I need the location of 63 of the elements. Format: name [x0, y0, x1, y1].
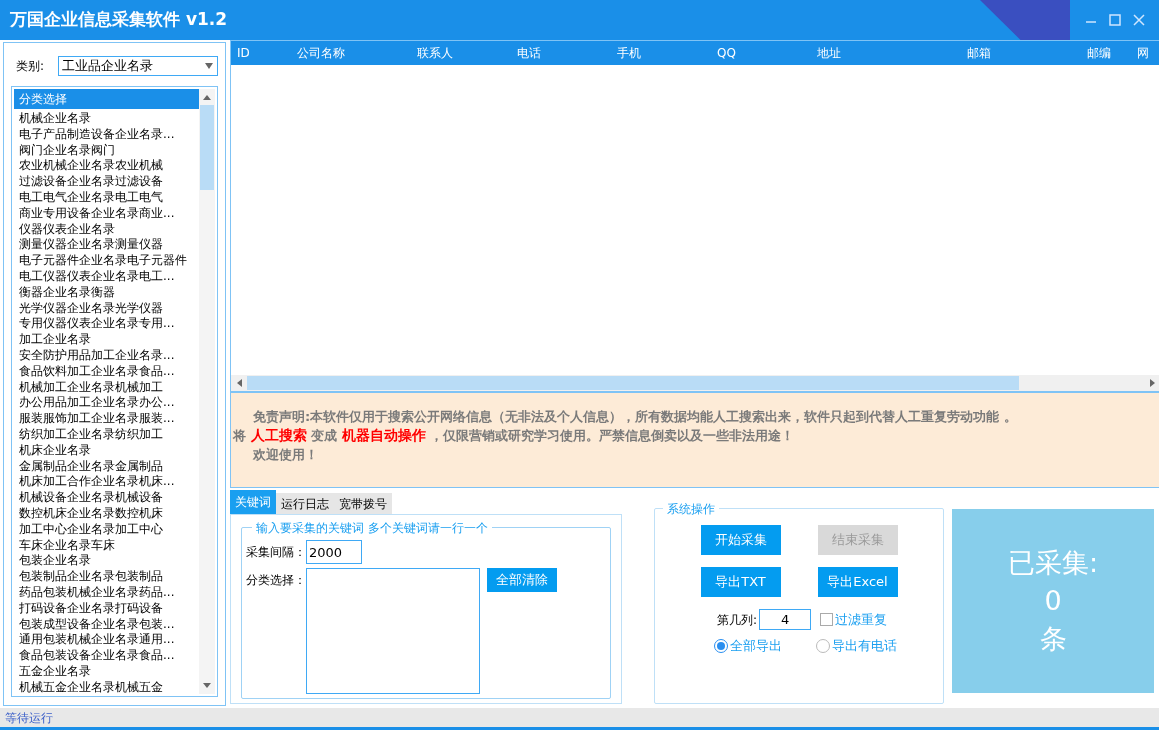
list-item[interactable]: 农业机械企业名录农业机械: [14, 158, 199, 175]
list-item[interactable]: 电子产品制造设备企业名录...: [14, 126, 199, 143]
category-label: 类别:: [16, 58, 46, 75]
window-title: 万国企业信息采集软件 v1.2: [9, 8, 228, 32]
close-icon[interactable]: [1133, 14, 1145, 26]
interval-field[interactable]: 2000: [306, 540, 362, 564]
list-item[interactable]: 加工企业名录: [14, 332, 199, 348]
status-text: 等待运行: [5, 709, 53, 727]
horizontal-scrollbar[interactable]: [231, 375, 1159, 391]
tab[interactable]: 运行日志: [276, 493, 334, 514]
list-item[interactable]: 衡器企业名录衡器: [14, 284, 199, 301]
list-item[interactable]: 机械设备企业名录机械设备: [14, 490, 199, 506]
list-item[interactable]: 机械企业名录: [14, 111, 199, 127]
list-item[interactable]: 服装服饰加工企业名录服装...: [14, 411, 199, 427]
category-dropdown[interactable]: 工业品企业名录: [58, 56, 218, 76]
list-item[interactable]: 商业专用设备企业名录商业...: [14, 205, 199, 222]
list-item[interactable]: 食品包装设备企业名录食品...: [14, 648, 199, 664]
list-item[interactable]: 过滤设备企业名录过滤设备: [14, 174, 199, 190]
list-item[interactable]: 机床加工合作企业名录机床...: [14, 474, 199, 491]
caret-icon: [204, 62, 214, 70]
list-item[interactable]: 机械五金企业名录机械五金: [14, 679, 199, 694]
counter-label: 已采集:: [1007, 546, 1099, 580]
list-item[interactable]: 数控机床企业名录数控机床: [14, 505, 199, 522]
list-item[interactable]: 仪器仪表企业名录: [14, 221, 199, 238]
list-item[interactable]: 光学仪器企业名录光学仪器: [14, 300, 199, 317]
list-item[interactable]: 包装制品企业名录包装制品: [14, 569, 199, 585]
list-item[interactable]: 包装成型设备企业名录包装...: [14, 616, 199, 633]
group-legend: 输入要采集的关键词 多个关键词请一行一个: [252, 519, 492, 537]
list-item[interactable]: 加工中心企业名录加工中心: [14, 521, 199, 538]
list-item[interactable]: 打码设备企业名录打码设备: [14, 600, 199, 617]
interval-label: 采集间隔：: [246, 544, 306, 561]
list-item[interactable]: 电工仪器仪表企业名录电工...: [14, 268, 199, 285]
disclaimer-text: 免责声明:本软件仅用于搜索公开网络信息（无非法及个人信息），所有数据均能人工搜索出来，软件只起到代替人工重复劳动功能 。 将 人工搜索 变成 机器自动操作 ，仅限营销或研究学习使用。严禁信息倒卖以及一些非法用途！ 欢迎使用！: [233, 408, 1018, 464]
category-textarea[interactable]: [306, 568, 480, 694]
tab[interactable]: 宽带拨号: [334, 493, 392, 514]
column-field[interactable]: 4: [759, 609, 811, 630]
list-item[interactable]: 阀门企业名录阀门: [14, 142, 199, 159]
list-item[interactable]: 车床企业名录车床: [14, 537, 199, 554]
list-item[interactable]: 五金企业名录: [14, 663, 199, 680]
list-item[interactable]: 通用包装机械企业名录通用...: [14, 632, 199, 649]
list-item[interactable]: 测量仪器企业名录测量仪器: [14, 237, 199, 254]
list-item[interactable]: 机床企业名录: [14, 442, 199, 459]
list-item[interactable]: 食品饮料加工企业名录食品...: [14, 363, 199, 380]
scroll-thumb[interactable]: [247, 376, 1019, 390]
category-select-label: 分类选择：: [246, 572, 306, 589]
list-item[interactable]: 电子元器件企业名录电子元器件: [14, 253, 199, 269]
list-item[interactable]: 金属制品企业名录金属制品: [14, 458, 199, 475]
list-item[interactable]: 包装企业名录: [14, 553, 199, 570]
list-item[interactable]: 机械加工企业名录机械加工: [14, 379, 199, 396]
scrollbar[interactable]: [199, 89, 215, 694]
group-legend: 系统操作: [663, 500, 719, 518]
list-item[interactable]: 办公用品加工企业名录办公...: [14, 395, 199, 412]
list-item[interactable]: 电工电气企业名录电工电气: [14, 190, 199, 206]
maximize-icon[interactable]: [1109, 14, 1121, 26]
scroll-thumb[interactable]: [200, 105, 214, 190]
counter-value: 0: [1044, 584, 1062, 618]
list-item[interactable]: 药品包装机械企业名录药品...: [14, 584, 199, 601]
column-label: 第几列:: [716, 611, 757, 629]
list-item[interactable]: 纺织加工企业名录纺织加工: [14, 426, 199, 443]
filter-checkbox[interactable]: [820, 613, 833, 626]
counter-unit: 条: [1039, 622, 1067, 656]
list-item[interactable]: 专用仪器仪表企业名录专用...: [14, 316, 199, 333]
list-item[interactable]: 安全防护用品加工企业名录...: [14, 347, 199, 364]
